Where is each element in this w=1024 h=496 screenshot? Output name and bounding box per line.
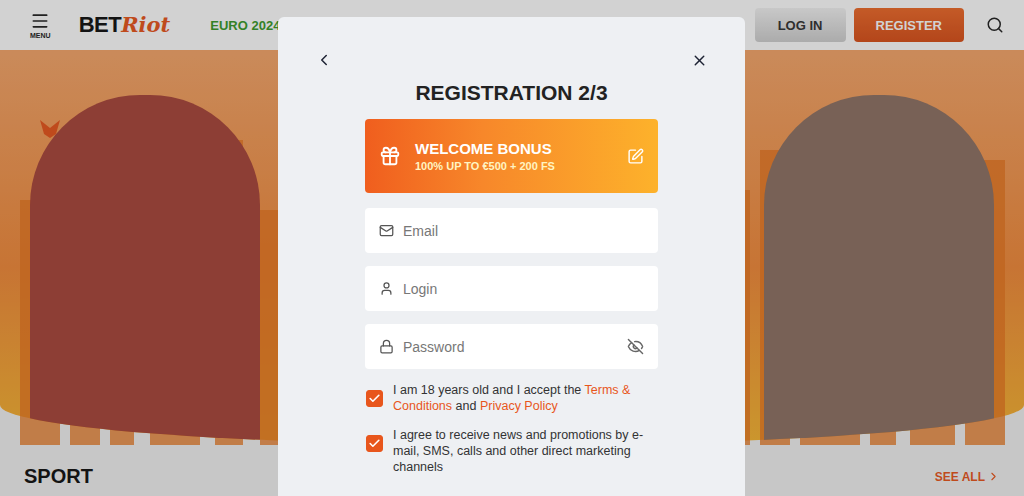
back-button[interactable]: [315, 51, 333, 69]
bonus-subtitle: 100% UP TO €500 + 200 FS: [415, 160, 613, 172]
edit-icon[interactable]: [627, 148, 644, 165]
bonus-title: WELCOME BONUS: [415, 140, 613, 157]
consent-text: I agree to receive news and promotions b…: [393, 427, 658, 475]
consent-checkbox-row[interactable]: I agree to receive news and promotions b…: [365, 427, 658, 475]
mail-icon: [379, 223, 394, 238]
login-field[interactable]: [365, 266, 658, 311]
checkbox[interactable]: [366, 435, 383, 452]
user-icon: [379, 281, 394, 296]
lock-icon: [379, 339, 394, 354]
welcome-bonus-card[interactable]: WELCOME BONUS 100% UP TO €500 + 200 FS: [365, 119, 658, 193]
modal-title: REGISTRATION 2/3: [415, 80, 607, 106]
close-button[interactable]: [691, 52, 708, 69]
email-input[interactable]: [401, 222, 644, 240]
consent-link[interactable]: Privacy Policy: [480, 399, 558, 413]
consent-text: I am 18 years old and I accept the Terms…: [393, 382, 658, 414]
login-input[interactable]: [401, 280, 644, 298]
consent-checkbox-row[interactable]: I am 18 years old and I accept the Terms…: [365, 382, 658, 414]
registration-form: WELCOME BONUS 100% UP TO €500 + 200 FS I a…: [365, 119, 658, 475]
hidden-eye-icon[interactable]: [627, 338, 644, 355]
modal-toolbar: [315, 48, 708, 72]
password-field[interactable]: [365, 324, 658, 369]
bonus-text: WELCOME BONUS 100% UP TO €500 + 200 FS: [415, 140, 613, 172]
email-field[interactable]: [365, 208, 658, 253]
consent-label: I agree to receive news and promotions b…: [393, 428, 643, 474]
password-input[interactable]: [401, 338, 620, 356]
consent-label: I am 18 years old and I accept the: [393, 383, 581, 397]
checkbox[interactable]: [366, 390, 383, 407]
consent-label: and: [456, 399, 477, 413]
gift-icon: [379, 145, 401, 167]
page: MENUBETRiotEURO 2024LOG INREGISTERSPORTS…: [0, 0, 1024, 496]
close-icon: [691, 52, 708, 69]
chevron-left-icon: [315, 51, 333, 69]
check-icon: [368, 437, 381, 450]
check-icon: [368, 392, 381, 405]
registration-modal: REGISTRATION 2/3 WELCOME BONUS 100% UP TO …: [278, 17, 745, 496]
